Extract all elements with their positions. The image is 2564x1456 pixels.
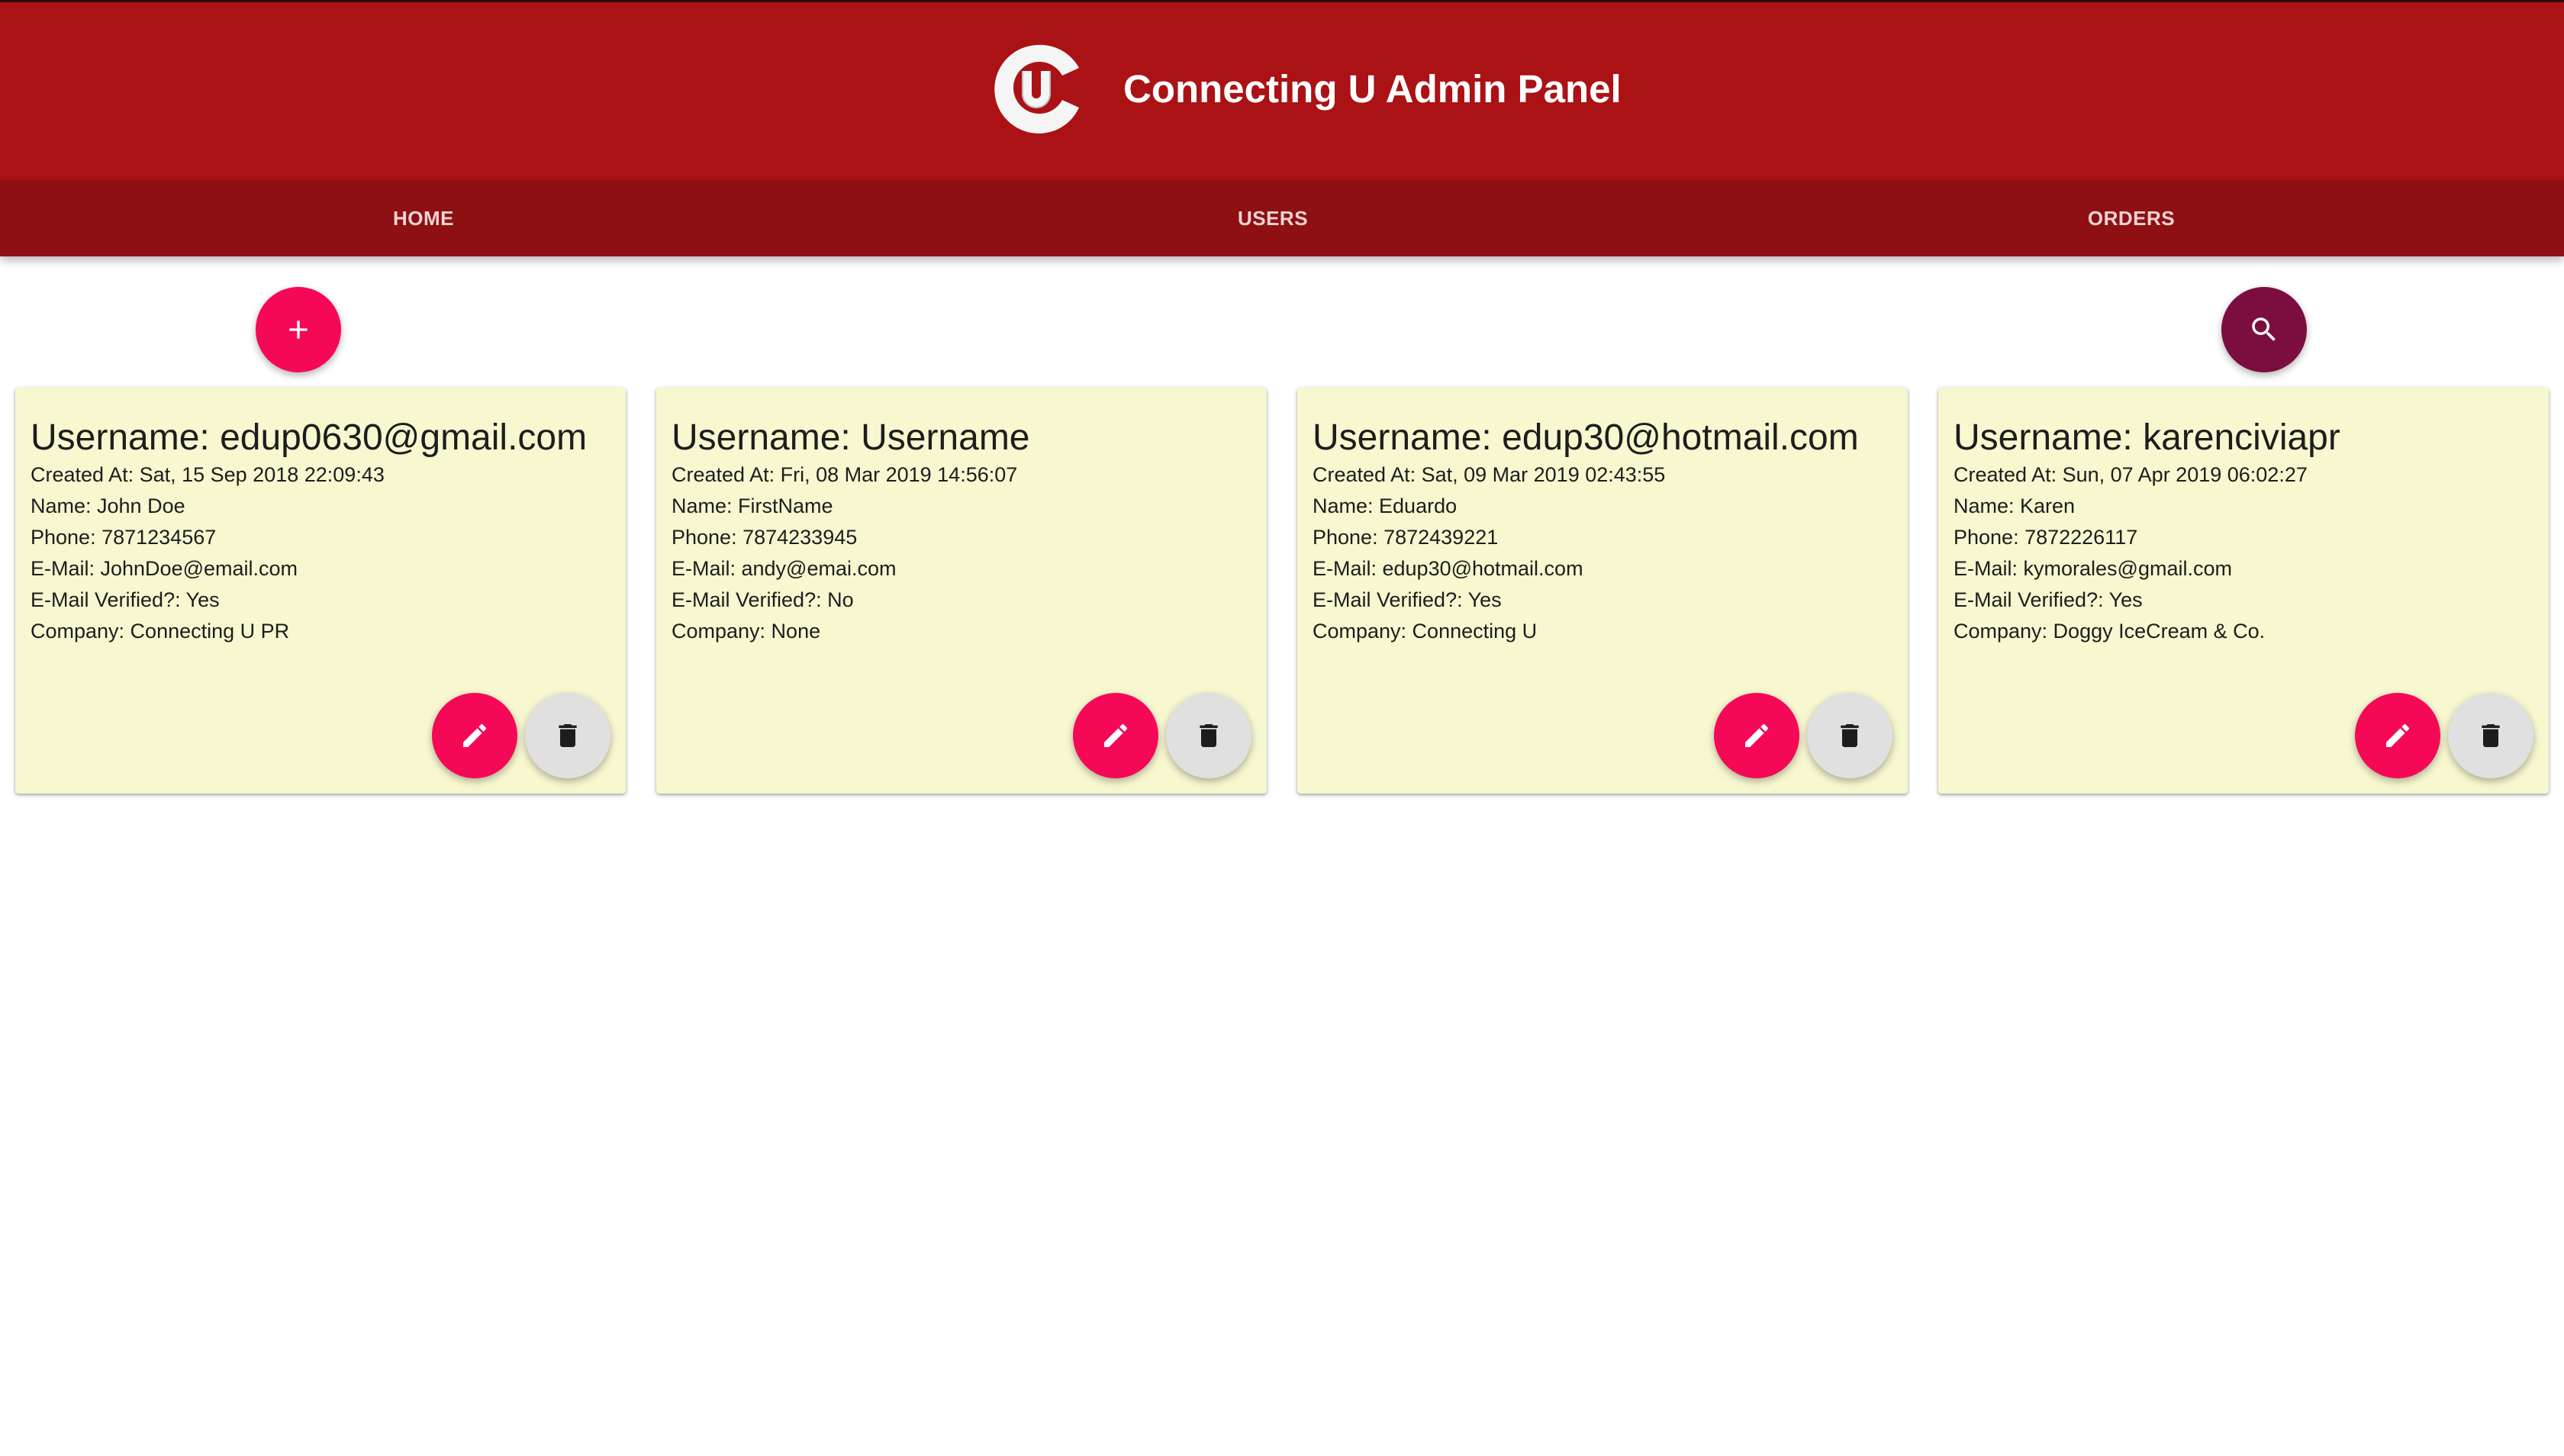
card-phone: Phone: 7871234567 xyxy=(31,526,217,549)
edit-button[interactable] xyxy=(1073,693,1158,778)
pencil-icon xyxy=(1104,723,1128,747)
user-card: Username: edup0630@gmail.com Created At:… xyxy=(15,388,626,794)
card-email: E-Mail: edup30@hotmail.com xyxy=(1313,557,1583,580)
user-card: Username: Username Created At: Fri, 08 M… xyxy=(656,388,1267,794)
search-button[interactable] xyxy=(2221,287,2307,372)
plus-icon xyxy=(289,321,308,339)
card-created-at: Created At: Sat, 15 Sep 2018 22:09:43 xyxy=(31,463,385,486)
add-user-button[interactable] xyxy=(256,287,341,372)
card-actions xyxy=(1714,693,1892,778)
card-phone: Phone: 7874233945 xyxy=(672,526,858,549)
main-nav: HOME USERS ORDERS xyxy=(0,180,2564,256)
card-phone: Phone: 7872439221 xyxy=(1313,526,1499,549)
card-phone: Phone: 7872226117 xyxy=(1954,526,2138,549)
trash-icon xyxy=(1200,724,1218,747)
trash-icon xyxy=(2482,724,2500,747)
card-actions xyxy=(432,693,610,778)
edit-button[interactable] xyxy=(1714,693,1799,778)
card-name: Name: Karen xyxy=(1954,494,2076,517)
card-actions xyxy=(2355,693,2533,778)
card-email-verified: E-Mail Verified?: No xyxy=(672,588,854,611)
pencil-icon xyxy=(463,723,487,747)
app-header: Connecting U Admin Panel xyxy=(0,0,2564,180)
card-username: Username: edup30@hotmail.com xyxy=(1313,417,1859,458)
card-company: Company: Connecting U PR xyxy=(31,620,290,643)
card-company: Company: Doggy IceCream & Co. xyxy=(1954,620,2266,643)
card-email-verified: E-Mail Verified?: Yes xyxy=(31,588,220,611)
card-created-at: Created At: Fri, 08 Mar 2019 14:56:07 xyxy=(672,463,1018,486)
trash-icon xyxy=(559,724,577,747)
card-company: Company: Connecting U xyxy=(1313,620,1538,643)
delete-button[interactable] xyxy=(1807,693,1892,778)
brand: Connecting U Admin Panel xyxy=(0,2,2564,182)
tab-home[interactable]: HOME xyxy=(0,180,847,256)
user-card: Username: karenciviapr Created At: Sun, … xyxy=(1938,388,2549,794)
card-email-verified: E-Mail Verified?: Yes xyxy=(1313,588,1502,611)
card-name: Name: FirstName xyxy=(672,494,833,517)
card-created-at: Created At: Sat, 09 Mar 2019 02:43:55 xyxy=(1313,463,1666,486)
trash-icon xyxy=(1841,724,1859,747)
card-email: E-Mail: andy@emai.com xyxy=(672,557,897,580)
card-username: Username: edup0630@gmail.com xyxy=(31,417,588,458)
card-name: Name: Eduardo xyxy=(1313,494,1458,517)
tab-orders[interactable]: ORDERS xyxy=(1699,180,2564,256)
edit-button[interactable] xyxy=(2355,693,2440,778)
card-actions xyxy=(1073,693,1251,778)
edit-button[interactable] xyxy=(432,693,517,778)
card-email: E-Mail: JohnDoe@email.com xyxy=(31,557,298,580)
card-username: Username: karenciviapr xyxy=(1954,417,2340,458)
card-company: Company: None xyxy=(672,620,821,643)
tab-users[interactable]: USERS xyxy=(847,180,1699,256)
card-name: Name: John Doe xyxy=(31,494,185,517)
card-email: E-Mail: kymorales@gmail.com xyxy=(1954,557,2232,580)
card-username: Username: Username xyxy=(672,417,1030,458)
page-title: Connecting U Admin Panel xyxy=(1123,67,1622,111)
delete-button[interactable] xyxy=(2448,693,2533,778)
search-icon xyxy=(2252,317,2276,341)
pencil-icon xyxy=(1745,723,1769,747)
pencil-icon xyxy=(2386,723,2410,747)
connecting-u-logo xyxy=(994,44,1079,134)
delete-button[interactable] xyxy=(525,693,610,778)
user-card: Username: edup30@hotmail.com Created At:… xyxy=(1297,388,1908,794)
card-email-verified: E-Mail Verified?: Yes xyxy=(1954,588,2143,611)
delete-button[interactable] xyxy=(1166,693,1251,778)
card-created-at: Created At: Sun, 07 Apr 2019 06:02:27 xyxy=(1954,463,2308,486)
